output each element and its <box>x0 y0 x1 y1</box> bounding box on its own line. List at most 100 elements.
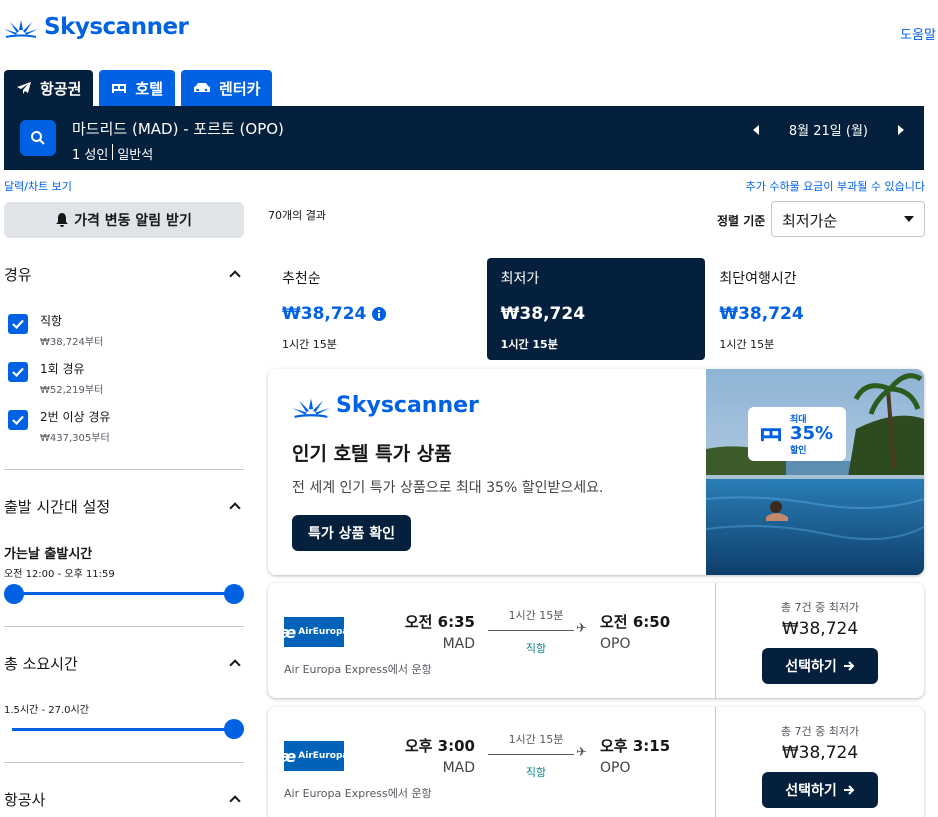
date-text: 8월 21일 (월) <box>788 124 868 139</box>
duration-slider-track[interactable] <box>12 728 234 731</box>
sort-tab-name: 최단여행시간 <box>719 271 797 287</box>
sunburst-logo-icon <box>4 20 38 38</box>
checkbox-checked-icon[interactable] <box>8 314 28 334</box>
search-summary-bar[interactable]: 마드리드 (MAD) - 포르토 (OPO) 1 성인 일반석 8월 21일 (… <box>4 106 924 170</box>
arrow-right-icon <box>843 661 855 671</box>
divider <box>4 626 244 627</box>
price-alert-button[interactable]: 가격 변동 알림 받기 <box>4 202 244 238</box>
next-date-icon[interactable] <box>898 124 904 135</box>
infinity-pool-illustration <box>706 369 924 575</box>
price-alert-label: 가격 변동 알림 받기 <box>74 213 192 229</box>
sort-label: 정렬 기준 <box>717 214 766 228</box>
select-label: 선택하기 <box>785 659 837 675</box>
departure-slider-min-handle[interactable] <box>4 584 24 604</box>
passenger-cabin: 1 성인 일반석 <box>72 144 153 163</box>
sort-tab-duration: 1시간 15분 <box>500 338 558 351</box>
results-count: 70개의 결과 <box>268 209 326 222</box>
flight-duration: 1시간 15분 <box>508 609 564 622</box>
baggage-fees-link[interactable]: 추가 수하물 요금이 부과될 수 있습니다 <box>746 178 925 194</box>
duration-slider-max-handle[interactable] <box>224 719 244 739</box>
duration-filter-title[interactable]: 총 소요시간 <box>4 653 78 674</box>
sort-tab-fastest[interactable]: 최단여행시간 ₩38,724 1시간 15분 <box>705 258 925 360</box>
chevron-up-icon[interactable] <box>229 502 241 514</box>
sort-tab-price: ₩38,724 <box>719 304 804 324</box>
search-icon <box>31 131 45 145</box>
sort-tab-cheapest[interactable]: 최저가 ₩38,724 1시간 15분 <box>486 258 706 360</box>
arrival-airport: OPO <box>600 636 631 652</box>
brand-name: Skyscanner <box>44 14 189 40</box>
departure-airport: MAD <box>442 636 475 652</box>
info-icon[interactable] <box>372 307 387 321</box>
prev-date-icon[interactable] <box>752 124 759 135</box>
route-line <box>488 754 574 755</box>
air-europa-mark-icon: æ <box>279 622 297 642</box>
sort-dropdown[interactable]: 최저가순 <box>771 201 925 237</box>
bed-icon <box>761 428 781 442</box>
sort-tab-price: ₩38,724 <box>500 304 586 324</box>
departure-time-title[interactable]: 출발 시간대 설정 <box>4 496 110 517</box>
hotel-deals-ad[interactable]: Skyscanner 인기 호텔 특가 상품 전 세계 인기 특가 상품으로 최… <box>268 369 924 575</box>
separator <box>112 144 114 160</box>
car-icon <box>194 83 211 92</box>
sort-tab-price: ₩38,724 <box>282 304 367 324</box>
arrival-time: 오전 6:50 <box>600 613 671 631</box>
ad-brand-name: Skyscanner <box>336 393 479 418</box>
tab-car-rental[interactable]: 렌터카 <box>181 70 273 106</box>
sunburst-logo-icon <box>292 397 330 418</box>
tab-label: 렌터카 <box>219 79 261 98</box>
sort-value: 최저가순 <box>782 212 838 230</box>
deal-count: 총 7건 중 최저가 <box>780 725 860 738</box>
flight-price: ₩38,724 <box>781 619 859 639</box>
checkbox-checked-icon[interactable] <box>8 410 28 430</box>
help-link[interactable]: 도움말 <box>900 24 936 43</box>
tab-label: 호텔 <box>135 79 164 98</box>
airlines-filter-title[interactable]: 항공사 <box>4 789 45 810</box>
chevron-up-icon[interactable] <box>229 659 241 671</box>
view-deals-button[interactable]: 특가 상품 확인 <box>292 515 412 551</box>
flight-card[interactable]: æ AirEuropa Air Europa Express에서 운항 오후 3… <box>268 707 924 817</box>
stops-info: 직항 <box>525 642 547 655</box>
stops-info: 직항 <box>525 766 547 779</box>
badge-value: 35% <box>790 423 834 444</box>
passengers-text: 1 성인 <box>72 148 109 163</box>
ad-pool-image: 최대 35% 할인 <box>706 369 924 575</box>
select-flight-button[interactable]: 선택하기 <box>762 772 878 808</box>
stops-filter-title[interactable]: 경유 <box>4 264 32 285</box>
airline-logo: æ AirEuropa <box>280 617 348 647</box>
filter-price: ₩52,219부터 <box>40 385 104 396</box>
calendar-chart-link[interactable]: 달력/차트 보기 <box>4 178 72 194</box>
chevron-up-icon[interactable] <box>229 270 241 282</box>
tab-hotels[interactable]: 호텔 <box>99 70 176 106</box>
chevron-up-icon[interactable] <box>229 795 241 807</box>
badge-bottom-text: 할인 <box>790 446 807 456</box>
search-button[interactable] <box>20 120 56 156</box>
filter-direct[interactable]: 직항 ₩38,724부터 <box>8 312 103 348</box>
ad-logo: Skyscanner <box>292 393 479 418</box>
skyscanner-logo[interactable]: Skyscanner <box>4 14 189 40</box>
airline-logo: æ AirEuropa <box>280 741 348 771</box>
sort-tab-duration: 1시간 15분 <box>719 338 775 351</box>
tab-flights[interactable]: 항공권 <box>4 70 94 106</box>
filter-price: ₩437,305부터 <box>40 433 110 444</box>
sort-tab-name: 최저가 <box>500 271 540 287</box>
checkbox-checked-icon[interactable] <box>8 362 28 382</box>
deal-count: 총 7건 중 최저가 <box>780 601 860 614</box>
arrow-right-icon <box>843 785 855 795</box>
select-label: 선택하기 <box>785 783 837 799</box>
departure-range-label: 가는날 출발시간 <box>4 547 93 562</box>
sort-tab-best[interactable]: 추천순 ₩38,724 1시간 15분 <box>268 258 487 360</box>
flight-card[interactable]: æ AirEuropa Air Europa Express에서 운항 오전 6… <box>268 583 924 698</box>
plane-icon <box>17 82 31 94</box>
departure-slider-max-handle[interactable] <box>224 584 244 604</box>
filter-two-plus-stops[interactable]: 2번 이상 경유 ₩437,305부터 <box>8 408 110 444</box>
departure-slider-track[interactable] <box>12 592 234 595</box>
filter-one-stop[interactable]: 1회 경유 ₩52,219부터 <box>8 360 103 396</box>
select-flight-button[interactable]: 선택하기 <box>762 648 878 684</box>
departure-range-value: 오전 12:00 - 오후 11:59 <box>4 569 115 580</box>
duration-range-value: 1.5시간 - 27.0시간 <box>4 705 89 716</box>
airline-name: AirEuropa <box>298 751 349 761</box>
divider <box>4 469 244 470</box>
discount-badge: 최대 35% 할인 <box>748 407 846 461</box>
cabin-text: 일반석 <box>117 148 154 163</box>
flight-price: ₩38,724 <box>781 743 859 763</box>
